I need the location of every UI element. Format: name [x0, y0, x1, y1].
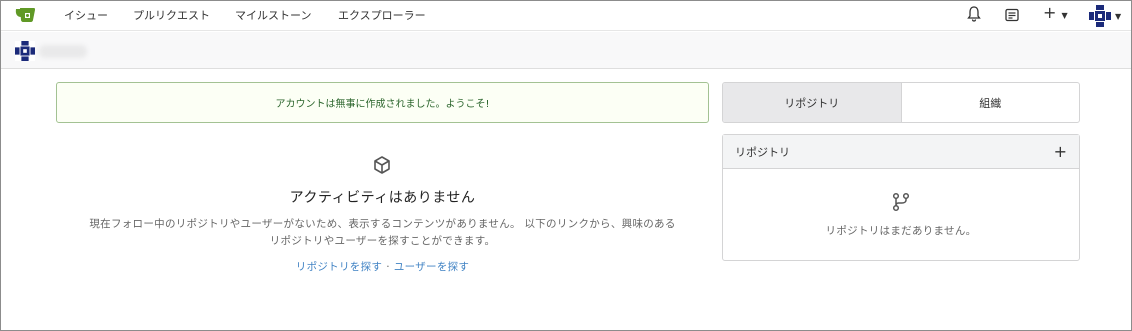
- chevron-down-icon: ▼: [1115, 11, 1122, 21]
- link-separator: ·: [386, 261, 390, 273]
- success-message: アカウントは無事に作成されました。ようこそ!: [56, 82, 709, 123]
- success-message-text: アカウントは無事に作成されました。ようこそ!: [275, 99, 490, 110]
- tab-repositories[interactable]: リポジトリ: [723, 83, 902, 122]
- nav-issues[interactable]: イシュー: [64, 7, 108, 23]
- plus-icon: +: [1043, 3, 1057, 22]
- explore-links: リポジトリを探す · ユーザーを探す: [56, 259, 709, 274]
- nav-explore[interactable]: エクスプローラー: [338, 7, 426, 23]
- user-menu-button[interactable]: ▼: [1089, 5, 1121, 27]
- dashboard-context-bar: [1, 32, 1131, 69]
- repository-panel-header: リポジトリ +: [723, 135, 1079, 169]
- nav-pull-requests[interactable]: プルリクエスト: [133, 7, 210, 23]
- bell-icon[interactable]: [967, 6, 981, 26]
- username-blurred[interactable]: [39, 45, 87, 58]
- tab-organizations[interactable]: 組織: [902, 83, 1080, 122]
- empty-activity-title: アクティビティはありません: [289, 190, 476, 206]
- repository-panel-title: リポジトリ: [735, 145, 790, 159]
- chevron-down-icon: ▼: [1061, 11, 1068, 20]
- empty-description-line: 現在フォロー中のリポジトリやユーザーがないため、表示するコンテンツがありません。…: [89, 218, 676, 230]
- empty-activity-description: 現在フォロー中のリポジトリやユーザーがないため、表示するコンテンツがありません。…: [56, 216, 709, 250]
- nav-milestones[interactable]: マイルストーン: [235, 7, 311, 23]
- explore-repos-link[interactable]: リポジトリを探す: [296, 261, 382, 273]
- repo-forked-icon: [892, 192, 910, 212]
- explore-users-link[interactable]: ユーザーを探す: [394, 261, 469, 273]
- no-repositories-text: リポジトリはまだありません。: [825, 225, 977, 237]
- gitea-logo-icon[interactable]: [14, 5, 38, 25]
- avatar: [1089, 5, 1111, 27]
- empty-description-line: リポジトリやユーザーを探すことができます。: [269, 235, 496, 247]
- top-navbar: イシュー プルリクエスト マイルストーン エクスプローラー + ▼ ▼: [1, 1, 1131, 31]
- add-repository-button[interactable]: +: [1054, 142, 1067, 161]
- package-icon: [372, 155, 392, 175]
- sidebar-tabs: リポジトリ 組織: [722, 82, 1080, 123]
- create-new-button[interactable]: + ▼: [1043, 3, 1068, 22]
- workflow-icon[interactable]: [1005, 7, 1019, 26]
- repository-panel: リポジトリ + リポジトリはまだありません。: [722, 134, 1080, 261]
- avatar[interactable]: [15, 41, 35, 61]
